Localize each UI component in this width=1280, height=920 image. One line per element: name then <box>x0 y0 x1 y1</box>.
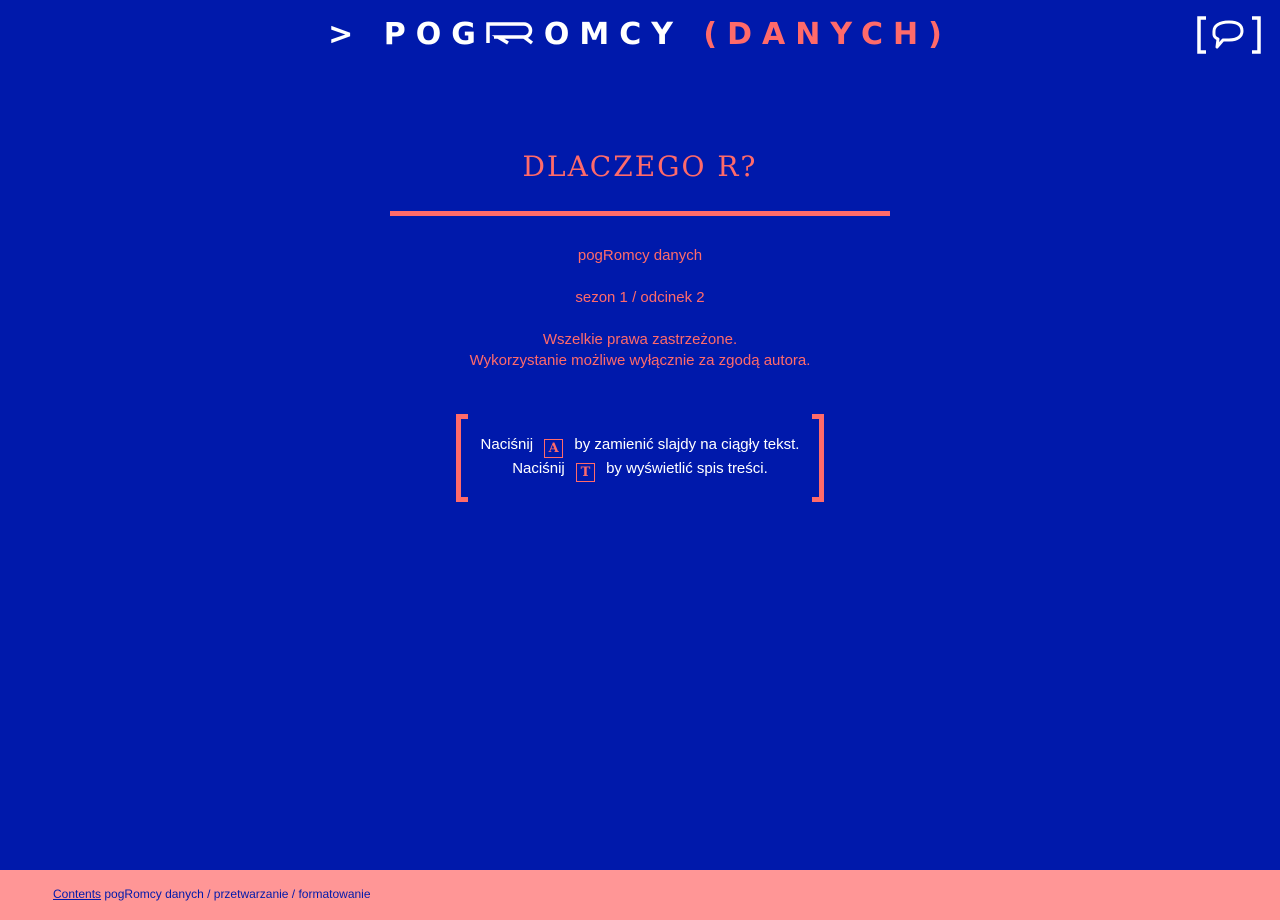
slide-title: DLACZEGO R? <box>522 150 758 183</box>
logo-brand-end: OMCY <box>543 17 683 52</box>
logo-brand-start: POG <box>383 17 486 52</box>
series-name: pogRomcy danych <box>577 247 703 264</box>
logo-r-glyph <box>486 22 533 45</box>
logo-prompt: > <box>328 17 364 52</box>
title-divider <box>390 211 890 216</box>
hint-line-a: Naciśnij A by zamienić slajdy na ciągły … <box>456 434 824 458</box>
footer-breadcrumb: Contents pogRomcy danych / przetwarzanie… <box>53 887 371 901</box>
speech-bubble-icon <box>1197 16 1261 54</box>
keyboard-hints: Naciśnij A by zamienić slajdy na ciągły … <box>456 414 824 502</box>
hint-line-t: Naciśnij T by wyświetlić spis treści. <box>456 458 824 482</box>
breadcrumb-path: pogRomcy danych / przetwarzanie / format… <box>104 887 371 901</box>
rights-line-1: Wszelkie prawa zastrzeżone. <box>542 331 738 348</box>
chat-button[interactable] <box>1196 16 1262 54</box>
logo-paren-text: (DANYCH) <box>703 17 952 52</box>
rights-line-2: Wykorzystanie możliwe wyłącznie za zgodą… <box>469 352 811 369</box>
contents-link[interactable]: Contents <box>53 887 101 901</box>
key-t-button[interactable]: T <box>575 463 595 482</box>
rights-notice: Wszelkie prawa zastrzeżone. Wykorzystani… <box>0 329 1280 371</box>
site-logo[interactable]: > POG OMCY (DANYCH) <box>0 16 1280 54</box>
key-a-button[interactable]: A <box>544 439 564 458</box>
episode-label: sezon 1 / odcinek 2 <box>575 289 705 306</box>
hint-a-suffix: by zamienić slajdy na ciągły tekst. <box>574 436 800 453</box>
slide-page: > POG OMCY (DANYCH) DLACZEGO R? pogRomcy… <box>0 0 1280 920</box>
footer-bar: Contents pogRomcy danych / przetwarzanie… <box>0 870 1280 920</box>
hint-t-suffix: by wyświetlić spis treści. <box>606 460 768 477</box>
hint-a-prefix: Naciśnij <box>480 436 534 453</box>
hint-t-prefix: Naciśnij <box>512 460 565 477</box>
